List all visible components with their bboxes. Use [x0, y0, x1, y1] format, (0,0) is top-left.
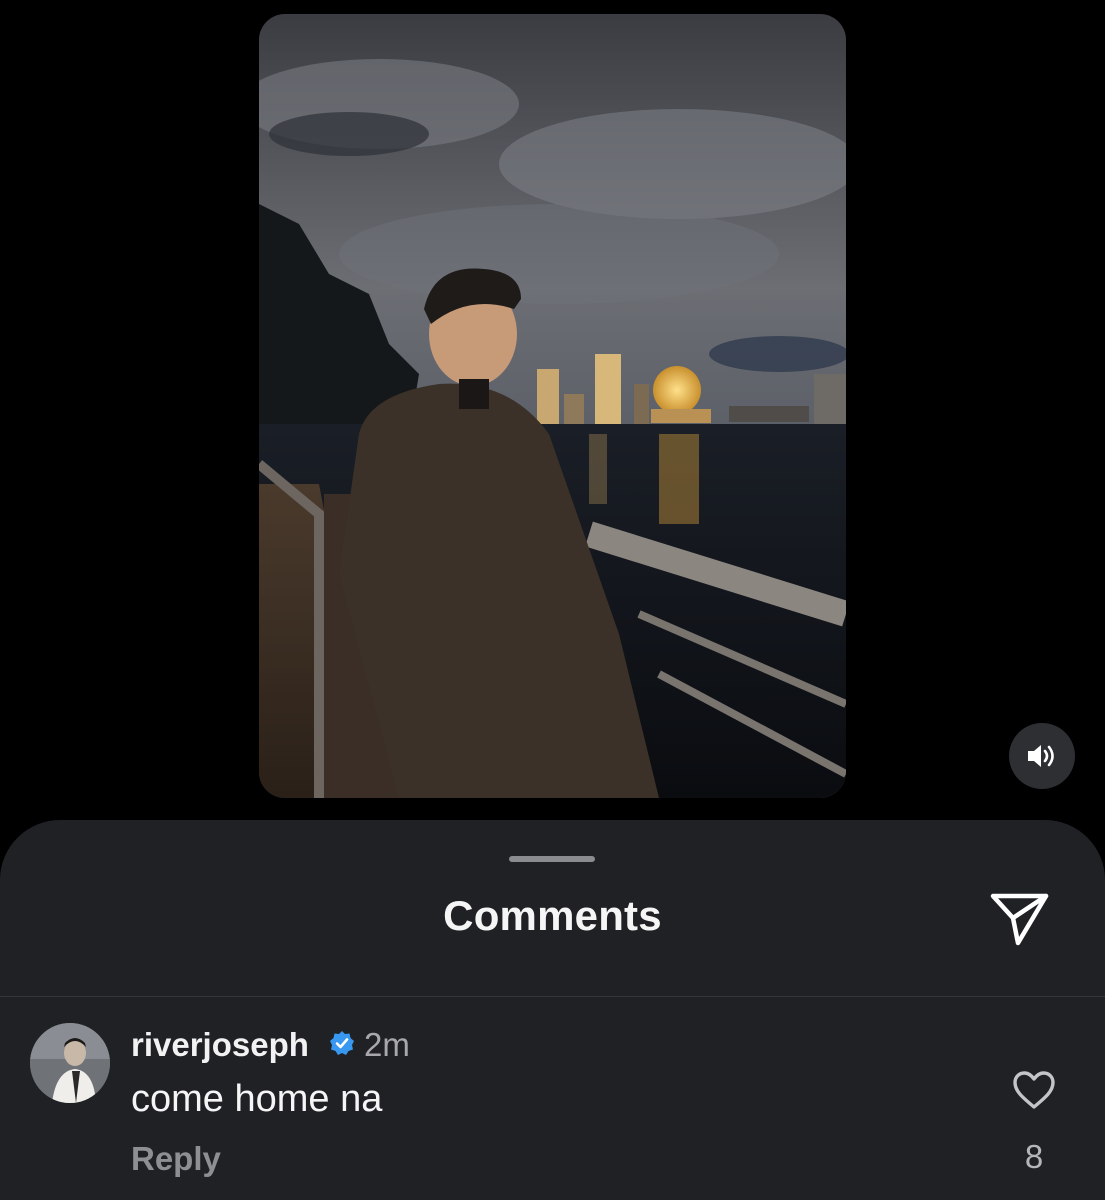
like-button[interactable] [1012, 1070, 1056, 1110]
reel-photo [259, 14, 846, 798]
comments-sheet: Comments riverjoseph 2m come home na Rep… [0, 820, 1105, 1200]
verified-badge-icon [330, 1031, 354, 1055]
like-count: 8 [1024, 1138, 1044, 1175]
sheet-grabber-handle[interactable] [509, 856, 595, 862]
sound-toggle-button[interactable] [1009, 723, 1075, 789]
reel-viewer-screen: Comments riverjoseph 2m come home na Rep… [0, 0, 1105, 1200]
reply-button[interactable]: Reply [131, 1139, 221, 1179]
reel-media[interactable] [259, 14, 846, 798]
comment-text: come home na [131, 1078, 383, 1120]
comment-username[interactable]: riverjoseph [131, 1025, 309, 1065]
avatar[interactable] [30, 1023, 110, 1103]
speaker-volume-icon [1028, 745, 1054, 767]
avatar-image [30, 1023, 110, 1103]
share-button[interactable] [988, 888, 1052, 948]
heart-outline-icon [1013, 1071, 1055, 1109]
comment-timestamp: 2m [364, 1026, 410, 1063]
sheet-title: Comments [443, 892, 662, 939]
paper-plane-icon [990, 893, 1049, 946]
comment-item: riverjoseph 2m come home na Reply 8 [0, 997, 1105, 1197]
